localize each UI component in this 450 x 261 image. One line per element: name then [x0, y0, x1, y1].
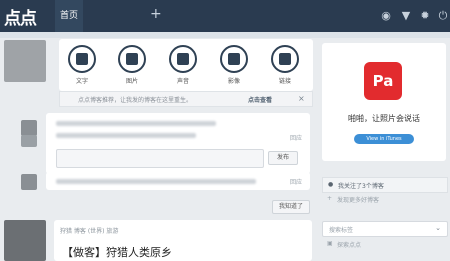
recommendation-notice: 点点博客推荐，让我发的博客在这里重生。 点击查看 × — [59, 91, 313, 107]
post-title[interactable]: 【做客】狩猎人类原乡 — [62, 244, 172, 260]
shirt-icon[interactable]: ▼ — [399, 9, 413, 23]
post-type-audio[interactable]: 声音 — [165, 45, 201, 85]
user-avatar[interactable] — [4, 40, 46, 82]
post-type-text[interactable]: 文字 — [64, 45, 100, 85]
close-icon[interactable]: × — [298, 94, 305, 103]
discover-text: 发现更多好博客 — [337, 197, 380, 204]
add-tab-icon[interactable]: + — [150, 6, 162, 22]
avatar[interactable] — [21, 174, 37, 190]
reply-link[interactable]: 回应 — [290, 133, 302, 142]
explore-text: 探索点点 — [337, 242, 362, 249]
tab-home[interactable]: 首页 — [55, 0, 83, 32]
post-author-avatar[interactable] — [4, 220, 46, 261]
post-type-video[interactable]: 影像 — [216, 45, 252, 85]
post-type-label: 影像 — [227, 78, 240, 85]
text-icon — [68, 45, 96, 73]
publish-button[interactable]: 发布 — [268, 151, 298, 165]
notice-link[interactable]: 点击查看 — [248, 95, 272, 104]
link-icon — [271, 45, 299, 73]
search-placeholder: 搜索标签 — [329, 227, 354, 234]
reply-link[interactable]: 回应 — [290, 177, 302, 186]
following-row[interactable]: ● 我关注了3个博客 — [322, 177, 448, 193]
header-shadow — [0, 32, 450, 38]
avatar[interactable] — [21, 120, 37, 136]
post-type-label: 链接 — [278, 78, 291, 85]
chevron-down-icon[interactable]: ⌄ — [435, 224, 441, 232]
photo-icon — [118, 45, 146, 73]
site-logo[interactable]: 点点 — [4, 4, 37, 29]
blurred-text — [56, 121, 216, 126]
feed-item: 回应 — [46, 172, 310, 190]
post-tags[interactable]: 狩猎 博客 (世界) 旅游 — [60, 226, 118, 235]
audio-icon — [169, 45, 197, 73]
user-icon: ● — [328, 181, 334, 188]
eye-icon[interactable]: ◉ — [379, 9, 393, 23]
blurred-text — [56, 179, 256, 184]
post-type-selector: 文字 图片 声音 影像 链接 — [59, 39, 313, 91]
power-icon[interactable]: ⏻ — [436, 9, 450, 23]
blurred-text — [56, 133, 196, 138]
plus-icon: + — [327, 195, 333, 202]
tag-search[interactable]: 搜索标签 ⌄ — [322, 221, 448, 237]
gear-icon[interactable]: ✹ — [418, 9, 432, 23]
following-text: 我关注了3个博客 — [338, 183, 384, 190]
post-type-link[interactable]: 链接 — [267, 45, 303, 85]
pa-app-logo[interactable]: Pa — [364, 62, 402, 100]
avatar[interactable] — [21, 135, 37, 147]
app-advertisement: Pa 啪啪，让照片会说话 View in iTunes — [322, 43, 446, 161]
comment-input[interactable] — [56, 149, 264, 168]
view-in-itunes-button[interactable]: View in iTunes — [354, 134, 414, 144]
post-type-label: 文字 — [75, 78, 88, 85]
video-icon — [220, 45, 248, 73]
know-more-button[interactable]: 我知道了 — [272, 200, 310, 214]
explore-icon: ▣ — [327, 240, 333, 247]
post-type-label: 图片 — [125, 78, 138, 85]
ad-title: 啪啪，让照片会说话 — [348, 114, 420, 123]
top-navigation-bar: 点点 首页 + ◉ ▼ ✹ ⏻ — [0, 0, 450, 32]
post-type-label: 声音 — [176, 78, 189, 85]
feed-item: 回应 发布 — [46, 113, 310, 174]
post-type-photo[interactable]: 图片 — [114, 45, 150, 85]
notice-text: 点点博客推荐，让我发的博客在这里重生。 — [78, 97, 193, 104]
